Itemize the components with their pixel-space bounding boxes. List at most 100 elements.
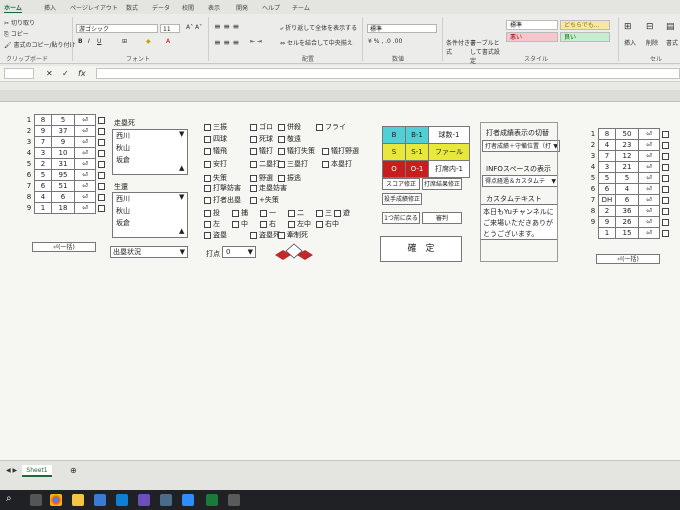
- checkbox[interactable]: [98, 138, 105, 146]
- uniform-number-cell[interactable]: 6: [615, 194, 639, 206]
- checkbox[interactable]: [204, 184, 211, 192]
- pitcher-fix-button[interactable]: 投手成績修正: [382, 193, 422, 205]
- scroll-down-icon[interactable]: ▲: [179, 227, 184, 235]
- uniform-number-cell[interactable]: 95: [51, 169, 75, 181]
- result-option[interactable]: ゴロ: [250, 122, 273, 132]
- checkbox[interactable]: [662, 174, 669, 182]
- checkbox[interactable]: [250, 231, 257, 239]
- list-item[interactable]: 坂倉: [113, 154, 187, 166]
- checkbox[interactable]: [322, 147, 329, 155]
- vscode-icon[interactable]: [116, 494, 128, 506]
- result-option[interactable]: 三塁打: [278, 159, 308, 169]
- rbi-dropdown[interactable]: 0 ▼: [222, 246, 256, 258]
- checkbox[interactable]: [662, 185, 669, 193]
- name-box[interactable]: [4, 68, 34, 79]
- sheet-nav-icon[interactable]: ◀ ▶: [6, 467, 17, 474]
- font-color-icon[interactable]: A: [166, 38, 170, 45]
- checkbox[interactable]: [204, 196, 211, 204]
- checkbox[interactable]: [250, 184, 257, 192]
- checkbox[interactable]: [662, 196, 669, 204]
- list-item[interactable]: 秋山: [113, 142, 187, 154]
- position-cell[interactable]: 3: [34, 147, 52, 159]
- italic-icon[interactable]: I: [88, 38, 90, 45]
- checkbox[interactable]: [334, 209, 341, 217]
- position-cell[interactable]: 1: [34, 202, 52, 214]
- tab-insert[interactable]: 挿入: [44, 3, 56, 12]
- enter-icon[interactable]: ⏎: [638, 139, 660, 151]
- checkbox[interactable]: [316, 123, 323, 131]
- result-option[interactable]: 投: [204, 208, 220, 218]
- checkbox[interactable]: [288, 209, 295, 217]
- uniform-number-cell[interactable]: 36: [615, 205, 639, 217]
- style-normal[interactable]: 標準: [506, 20, 558, 30]
- result-option[interactable]: 本塁打: [322, 159, 352, 169]
- enter-icon[interactable]: ⏎: [638, 227, 660, 239]
- font-size-combo[interactable]: 11: [160, 24, 180, 33]
- worksheet[interactable]: 1 8 5 ⏎ 2 9 37 ⏎ 3 7 9 ⏎ 4 3 10 ⏎ 5 2 31 ⏎ 6 5 95 ⏎ 7 6 51 ⏎ 8 4 6 ⏎ 9 1 1…: [0, 102, 680, 460]
- checkbox[interactable]: [662, 163, 669, 171]
- checkbox[interactable]: [662, 207, 669, 215]
- checkbox[interactable]: [278, 147, 285, 155]
- checkbox[interactable]: [278, 123, 285, 131]
- enter-icon[interactable]: ⏎: [74, 202, 96, 214]
- batch-enter-button-left[interactable]: ⏎(一括): [32, 242, 96, 252]
- home-in-list[interactable]: 西川 秋山 坂倉: [112, 192, 188, 238]
- enter-icon[interactable]: ⏎: [638, 205, 660, 217]
- result-option[interactable]: 打者出塁: [204, 195, 241, 205]
- result-option[interactable]: 失策: [204, 173, 227, 183]
- font-name-combo[interactable]: 游ゴシック: [76, 24, 158, 33]
- checkbox[interactable]: [278, 231, 285, 239]
- uniform-number-cell[interactable]: 5: [615, 172, 639, 184]
- result-option[interactable]: 牽制死: [278, 230, 308, 240]
- formula-input[interactable]: [96, 68, 680, 79]
- checkbox[interactable]: [278, 135, 285, 143]
- checkbox[interactable]: [250, 123, 257, 131]
- checkbox[interactable]: [288, 220, 295, 228]
- list-item[interactable]: 秋山: [113, 205, 187, 217]
- enter-icon[interactable]: ⏎: [638, 161, 660, 173]
- checkbox[interactable]: [204, 160, 211, 168]
- position-cell[interactable]: 7: [598, 150, 616, 162]
- checkbox[interactable]: [204, 220, 211, 228]
- position-cell[interactable]: 1: [598, 227, 616, 239]
- enter-icon[interactable]: ⏎: [74, 136, 96, 148]
- chrome-icon[interactable]: [50, 494, 62, 506]
- position-cell[interactable]: 6: [598, 183, 616, 195]
- pa-result-fix-button[interactable]: 打席結果修正: [422, 178, 462, 190]
- bold-icon[interactable]: B: [78, 38, 83, 45]
- copy-button[interactable]: ⎘ コピー: [4, 29, 29, 39]
- position-cell[interactable]: 2: [34, 158, 52, 170]
- result-option[interactable]: 遊: [334, 208, 350, 218]
- uniform-number-cell[interactable]: 9: [51, 136, 75, 148]
- enter-icon[interactable]: ⏎: [638, 183, 660, 195]
- result-option[interactable]: 敬遠: [278, 134, 301, 144]
- tab-team[interactable]: チーム: [292, 3, 310, 12]
- format-painter-button[interactable]: 🖌 書式のコピー/貼り付け: [4, 40, 76, 49]
- uniform-number-cell[interactable]: 10: [51, 147, 75, 159]
- add-sheet-icon[interactable]: ⊕: [70, 466, 77, 475]
- enter-icon[interactable]: ⏎: [638, 216, 660, 228]
- zoom-icon[interactable]: [182, 494, 194, 506]
- scroll-down-icon[interactable]: ▲: [179, 164, 184, 172]
- sheet-tab-sheet1[interactable]: Sheet1: [22, 465, 52, 477]
- app-icon-3[interactable]: [228, 494, 240, 506]
- enter-icon[interactable]: ⏎: [74, 114, 96, 126]
- result-option[interactable]: 三: [316, 208, 332, 218]
- enter-icon[interactable]: ⏎: [638, 150, 660, 162]
- cancel-icon[interactable]: ✕: [46, 69, 53, 78]
- result-option[interactable]: 四球: [204, 134, 227, 144]
- position-cell[interactable]: 4: [598, 139, 616, 151]
- enter-icon[interactable]: ⏎: [74, 158, 96, 170]
- score-fix-button[interactable]: スコア修正: [382, 178, 420, 190]
- align-left-icon[interactable]: ≡ ≡ ≡: [214, 38, 239, 47]
- result-option[interactable]: 盗塁: [204, 230, 227, 240]
- uniform-number-cell[interactable]: 5: [51, 114, 75, 126]
- foul-button[interactable]: ファール: [428, 143, 470, 161]
- batch-enter-button-right[interactable]: ⏎(一括): [596, 254, 660, 264]
- checkbox[interactable]: [662, 152, 669, 160]
- cut-button[interactable]: ✂ 切り取り: [4, 18, 35, 27]
- file-explorer-icon[interactable]: [72, 494, 84, 506]
- result-option[interactable]: 三振: [204, 122, 227, 132]
- excel-icon[interactable]: [206, 494, 218, 506]
- checkbox[interactable]: [662, 218, 669, 226]
